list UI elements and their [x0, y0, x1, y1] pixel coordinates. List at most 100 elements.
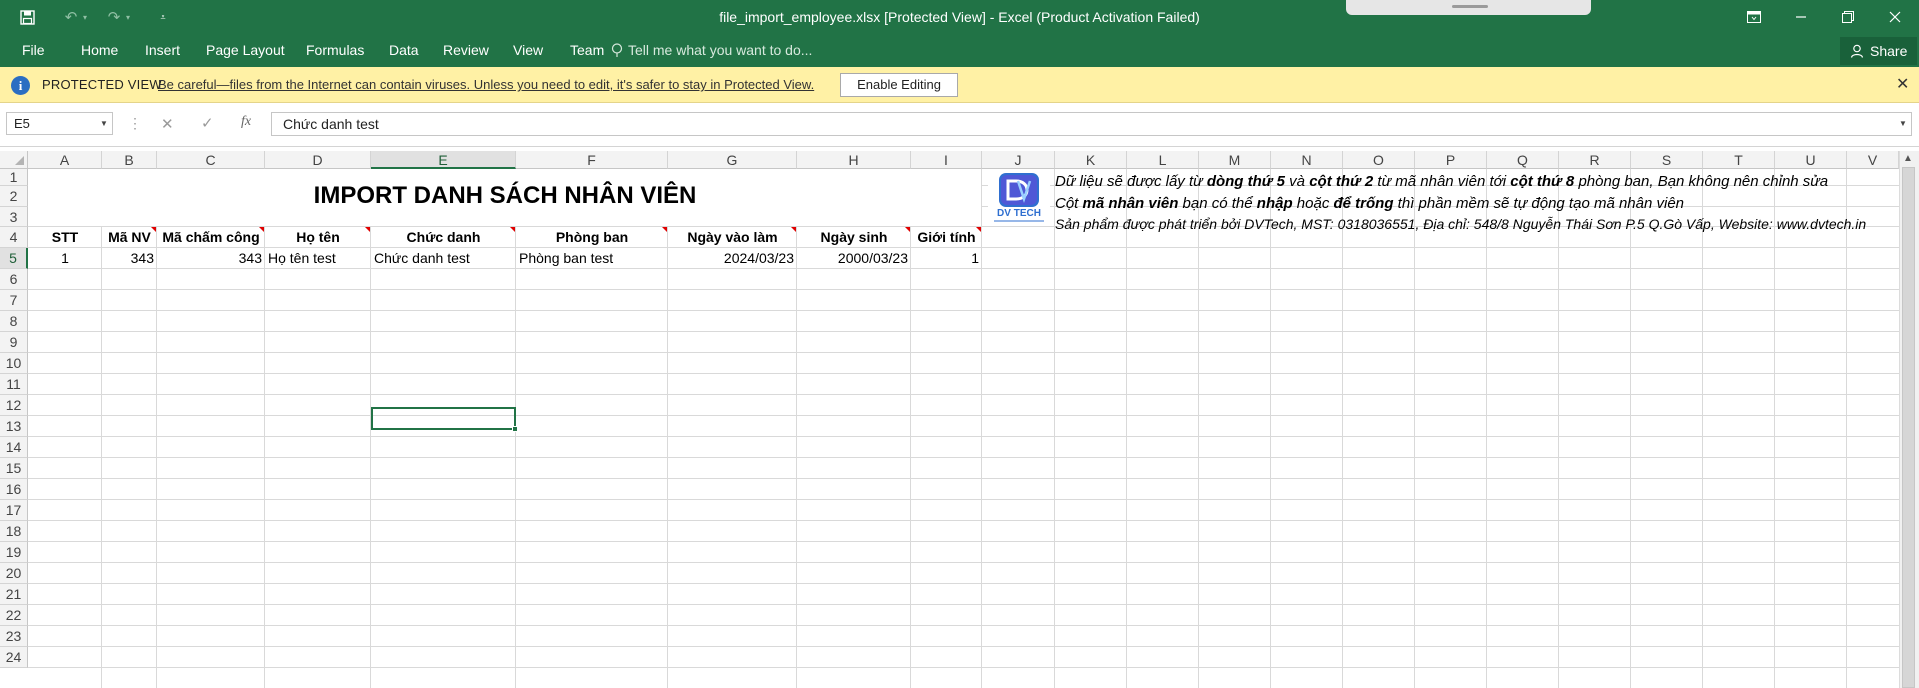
cancel-formula-icon[interactable]: ✕: [161, 115, 174, 133]
row-header-19[interactable]: 19: [0, 542, 28, 563]
column-header-g[interactable]: G: [668, 151, 797, 169]
tab-home[interactable]: Home: [81, 42, 118, 58]
row-header-1[interactable]: 1: [0, 169, 28, 186]
tab-insert[interactable]: Insert: [145, 42, 180, 58]
title-drag-tab[interactable]: [1346, 0, 1591, 15]
row-header-10[interactable]: 10: [0, 353, 28, 374]
column-header-q[interactable]: Q: [1487, 151, 1559, 169]
row-header-14[interactable]: 14: [0, 437, 28, 458]
column-header-f[interactable]: F: [516, 151, 668, 169]
floppy-save-icon[interactable]: [12, 0, 42, 34]
column-header-k[interactable]: K: [1055, 151, 1127, 169]
data-cell[interactable]: 2024/03/23: [668, 249, 797, 270]
header-cell[interactable]: Giới tính: [911, 228, 982, 249]
row-header-2[interactable]: 2: [0, 186, 28, 207]
row-header-7[interactable]: 7: [0, 290, 28, 311]
comment-indicator-icon[interactable]: [976, 227, 981, 232]
row-header-23[interactable]: 23: [0, 626, 28, 647]
share-button[interactable]: Share: [1840, 37, 1918, 65]
column-header-p[interactable]: P: [1415, 151, 1487, 169]
comment-indicator-icon[interactable]: [259, 227, 264, 232]
column-header-s[interactable]: S: [1631, 151, 1703, 169]
name-box[interactable]: E5: [6, 112, 113, 135]
close-protected-bar-icon[interactable]: ✕: [1896, 74, 1909, 94]
tab-view[interactable]: View: [513, 42, 543, 58]
row-header-4[interactable]: 4: [0, 227, 28, 248]
row-header-18[interactable]: 18: [0, 521, 28, 542]
column-header-a[interactable]: A: [28, 151, 102, 169]
scroll-up-arrow-icon[interactable]: ▲: [1903, 153, 1913, 164]
column-header-c[interactable]: C: [157, 151, 265, 169]
row-header-5[interactable]: 5: [0, 248, 28, 269]
tab-formulas[interactable]: Formulas: [306, 42, 364, 58]
column-header-h[interactable]: H: [797, 151, 911, 169]
minimize-icon[interactable]: [1778, 0, 1824, 34]
insert-function-icon[interactable]: fx: [241, 114, 251, 130]
header-cell[interactable]: Phòng ban: [516, 228, 668, 249]
formula-bar-grip-icon[interactable]: ⋮: [128, 115, 142, 132]
header-cell[interactable]: Chức danh: [371, 228, 516, 249]
customize-quick-access-icon[interactable]: ⩡: [148, 0, 178, 34]
row-header-15[interactable]: 15: [0, 458, 28, 479]
row-header-3[interactable]: 3: [0, 207, 28, 227]
redo-dropdown-icon[interactable]: ▾: [113, 0, 143, 34]
note-line-2[interactable]: Cột mã nhân viên bạn có thể nhập hoặc để…: [1055, 193, 1684, 214]
column-header-m[interactable]: M: [1199, 151, 1271, 169]
column-header-l[interactable]: L: [1127, 151, 1199, 169]
tab-team[interactable]: Team: [570, 42, 604, 58]
ribbon-display-options-icon[interactable]: [1731, 0, 1777, 34]
header-cell[interactable]: Họ tên: [265, 228, 371, 249]
tab-data[interactable]: Data: [389, 42, 419, 58]
column-header-j[interactable]: J: [982, 151, 1055, 169]
tell-me-search[interactable]: Tell me what you want to do...: [611, 42, 812, 58]
data-cell[interactable]: 343: [157, 249, 265, 270]
column-header-e[interactable]: E: [371, 151, 516, 169]
row-header-17[interactable]: 17: [0, 500, 28, 521]
worksheet-grid[interactable]: ABCDEFGHIJKLMNOPQRSTUV 1 2 3 4 5 6 7 8 9 10 11 12 13…: [0, 151, 1919, 688]
data-cell[interactable]: 2000/03/23: [797, 249, 911, 270]
row-header-24[interactable]: 24: [0, 647, 28, 668]
data-cell[interactable]: 1: [911, 249, 982, 270]
name-box-dropdown-icon[interactable]: ▼: [100, 119, 108, 128]
data-cell[interactable]: Chức danh test: [374, 249, 516, 270]
fill-handle[interactable]: [512, 426, 518, 432]
row-header-16[interactable]: 16: [0, 479, 28, 500]
scrollbar-thumb[interactable]: [1902, 167, 1915, 688]
data-cell[interactable]: 343: [102, 249, 157, 270]
header-cell[interactable]: Mã chấm công: [157, 228, 265, 249]
column-header-r[interactable]: R: [1559, 151, 1631, 169]
close-icon[interactable]: [1872, 0, 1918, 34]
note-line-1[interactable]: Dữ liệu sẽ được lấy từ dòng thứ 5 và cột…: [1055, 171, 1828, 192]
undo-dropdown-icon[interactable]: ▾: [70, 0, 100, 34]
row-header-12[interactable]: 12: [0, 395, 28, 416]
comment-indicator-icon[interactable]: [510, 227, 515, 232]
row-header-9[interactable]: 9: [0, 332, 28, 353]
tab-review[interactable]: Review: [443, 42, 489, 58]
comment-indicator-icon[interactable]: [151, 227, 156, 232]
row-header-11[interactable]: 11: [0, 374, 28, 395]
row-header-13[interactable]: 13: [0, 416, 28, 437]
restore-icon[interactable]: [1825, 0, 1871, 34]
comment-indicator-icon[interactable]: [791, 227, 796, 232]
enter-formula-icon[interactable]: ✓: [201, 114, 214, 132]
header-cell[interactable]: Mã NV: [102, 228, 157, 249]
row-header-6[interactable]: 6: [0, 269, 28, 290]
select-all-button[interactable]: [0, 151, 28, 169]
protected-view-message-link[interactable]: Be careful—files from the Internet can c…: [158, 77, 814, 92]
column-header-b[interactable]: B: [102, 151, 157, 169]
row-header-21[interactable]: 21: [0, 584, 28, 605]
comment-indicator-icon[interactable]: [365, 227, 370, 232]
comment-indicator-icon[interactable]: [662, 227, 667, 232]
note-line-3[interactable]: Sản phẩm được phát triển bởi DVTech, MST…: [1055, 215, 1866, 234]
row-header-8[interactable]: 8: [0, 311, 28, 332]
column-header-v[interactable]: V: [1847, 151, 1899, 169]
column-header-n[interactable]: N: [1271, 151, 1343, 169]
comment-indicator-icon[interactable]: [905, 227, 910, 232]
tab-file[interactable]: File: [22, 42, 45, 58]
enable-editing-button[interactable]: Enable Editing: [840, 73, 958, 97]
header-cell[interactable]: STT: [28, 228, 102, 249]
column-header-i[interactable]: I: [911, 151, 982, 169]
column-header-o[interactable]: O: [1343, 151, 1415, 169]
header-cell[interactable]: Ngày sinh: [797, 228, 911, 249]
formula-input[interactable]: Chức danh test: [271, 112, 1912, 136]
